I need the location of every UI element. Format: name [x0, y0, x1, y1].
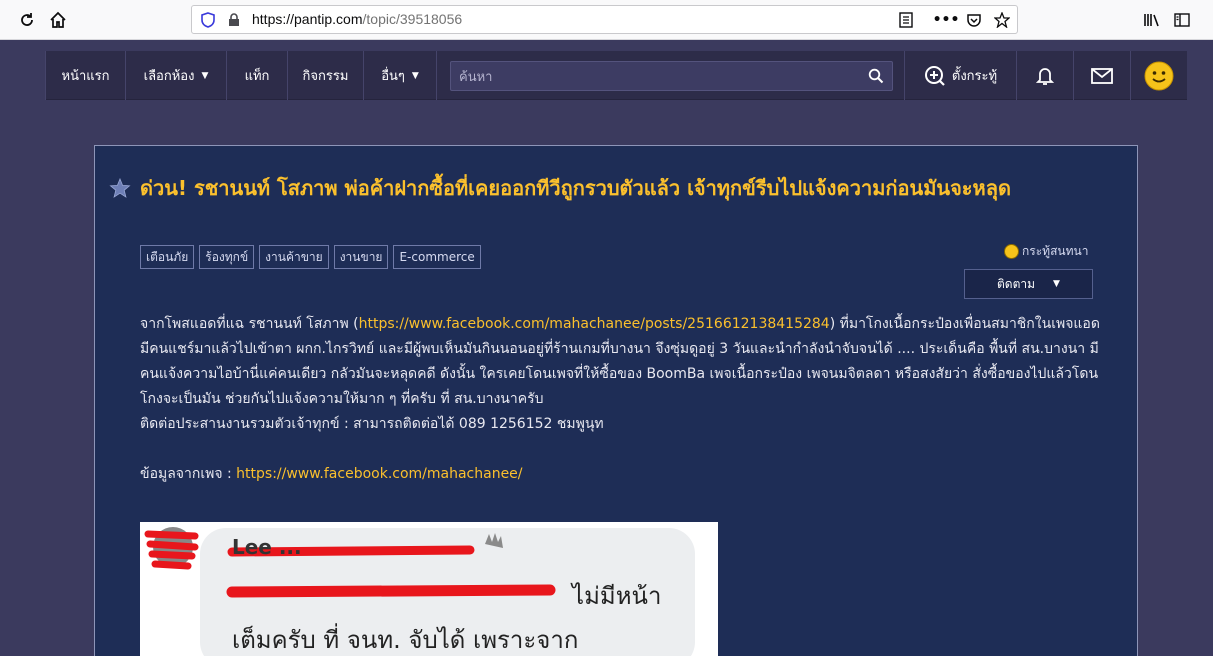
tag-list: เตือนภัย ร้องทุกข์ งานค้าขาย งานขาย E-co…	[140, 245, 481, 269]
sidebar-icon[interactable]	[1170, 8, 1194, 32]
follow-label: ติดตาม	[997, 276, 1036, 291]
caret-down-icon: ▼	[201, 70, 209, 81]
mail-icon	[1091, 67, 1113, 84]
shield-icon[interactable]	[198, 10, 218, 30]
discussion-emoji-icon	[1004, 244, 1019, 259]
more-icon[interactable]: •••	[933, 10, 960, 30]
body-paragraph: จากโพสแอดที่แฉ รชานนท์ โสภาพ (https://ww…	[140, 312, 1100, 412]
url-bar[interactable]: https://pantip.com/topic/39518056 •••	[191, 5, 1018, 34]
image-line-2: เต็มครับ ที่ จนท. จับได้ เพราะจาก	[232, 626, 579, 654]
facebook-post-link[interactable]: https://www.facebook.com/mahachanee/post…	[359, 316, 830, 332]
browser-toolbar: https://pantip.com/topic/39518056 •••	[0, 0, 1213, 40]
smiley-avatar-icon	[1144, 61, 1174, 90]
post-type-label: กระทู้สนทนา	[1022, 244, 1089, 258]
caret-down-icon: ▼	[411, 70, 419, 81]
bell-icon	[1036, 67, 1054, 85]
body-text-segment: จากโพสแอดที่แฉ รชานนท์ โสภาพ (	[140, 316, 359, 332]
topic-body: จากโพสแอดที่แฉ รชานนท์ โสภาพ (https://ww…	[140, 312, 1100, 487]
contact-paragraph: ติดต่อประสานงานรวมตัวเจ้าทุกข์ : สามารถต…	[140, 416, 604, 432]
nav-more[interactable]: อื่นๆ ▼	[364, 51, 437, 100]
post-image: Lee ... ไม่มีหน้า เต็มครับ ที่ จนท. จับไ…	[140, 522, 718, 656]
nav-tags[interactable]: แท็ก	[227, 51, 288, 100]
source-paragraph: ข้อมูลจากเพจ : https://www.facebook.com/…	[140, 462, 1100, 487]
source-label: ข้อมูลจากเพจ :	[140, 466, 237, 482]
notification-button[interactable]	[1016, 51, 1073, 100]
new-topic-label: ตั้งกระทู้	[951, 69, 998, 84]
topic-title: ด่วน! รชานนท์ โสภาพ พ่อค้าฝากซื้อที่เคยอ…	[140, 176, 1011, 200]
post-type-badge: กระทู้สนทนา	[1004, 242, 1088, 261]
nav-home-label: หน้าแรก	[61, 69, 110, 84]
pocket-icon[interactable]	[964, 10, 984, 30]
bookmark-star-icon[interactable]	[992, 10, 1012, 30]
nav-activities[interactable]: กิจกรรม	[288, 51, 364, 100]
reload-icon[interactable]	[13, 6, 41, 34]
library-icon[interactable]	[1140, 8, 1164, 32]
image-line-1: ไม่มีหน้า	[572, 582, 662, 610]
search-icon[interactable]	[868, 68, 884, 84]
url-path: /topic/39518056	[362, 11, 463, 27]
tag-item[interactable]: งานค้าขาย	[259, 245, 329, 269]
facebook-page-link[interactable]: https://www.facebook.com/mahachanee/	[236, 466, 522, 482]
favorite-star-icon[interactable]	[109, 177, 131, 199]
svg-text:Lee ...: Lee ...	[232, 535, 302, 559]
tag-item[interactable]: ร้องทุกข์	[199, 245, 255, 269]
lock-icon[interactable]	[224, 10, 244, 30]
nav-more-label: อื่นๆ	[381, 69, 405, 84]
nav-tags-label: แท็ก	[244, 69, 270, 84]
reader-icon[interactable]	[896, 10, 916, 30]
topic-card: ด่วน! รชานนท์ โสภาพ พ่อค้าฝากซื้อที่เคยอ…	[94, 145, 1138, 656]
url-host: https://pantip.com	[252, 11, 363, 27]
avatar-button[interactable]	[1130, 51, 1187, 100]
home-icon[interactable]	[44, 6, 72, 34]
search-input[interactable]	[459, 67, 859, 87]
site-header-strip	[0, 40, 1213, 51]
nav-activities-label: กิจกรรม	[302, 69, 349, 84]
nav-home[interactable]: หน้าแรก	[45, 51, 126, 100]
url-text[interactable]: https://pantip.com/topic/39518056	[252, 11, 462, 27]
caret-down-icon: ▼	[1053, 279, 1060, 289]
nav-select-room[interactable]: เลือกห้อง ▼	[126, 51, 227, 100]
nav-select-room-label: เลือกห้อง	[143, 69, 195, 84]
tag-item[interactable]: E-commerce	[393, 245, 481, 269]
tag-item[interactable]: เตือนภัย	[140, 245, 195, 269]
search-box	[450, 61, 893, 91]
plus-search-icon	[924, 65, 945, 86]
site-navbar: หน้าแรก เลือกห้อง ▼ แท็ก กิจกรรม อื่นๆ ▼ ต…	[45, 51, 1187, 100]
new-topic-button[interactable]: ตั้งกระทู้	[904, 51, 1016, 100]
tag-item[interactable]: งานขาย	[333, 245, 389, 269]
follow-button[interactable]: ติดตาม ▼	[964, 269, 1093, 299]
message-button[interactable]	[1073, 51, 1130, 100]
